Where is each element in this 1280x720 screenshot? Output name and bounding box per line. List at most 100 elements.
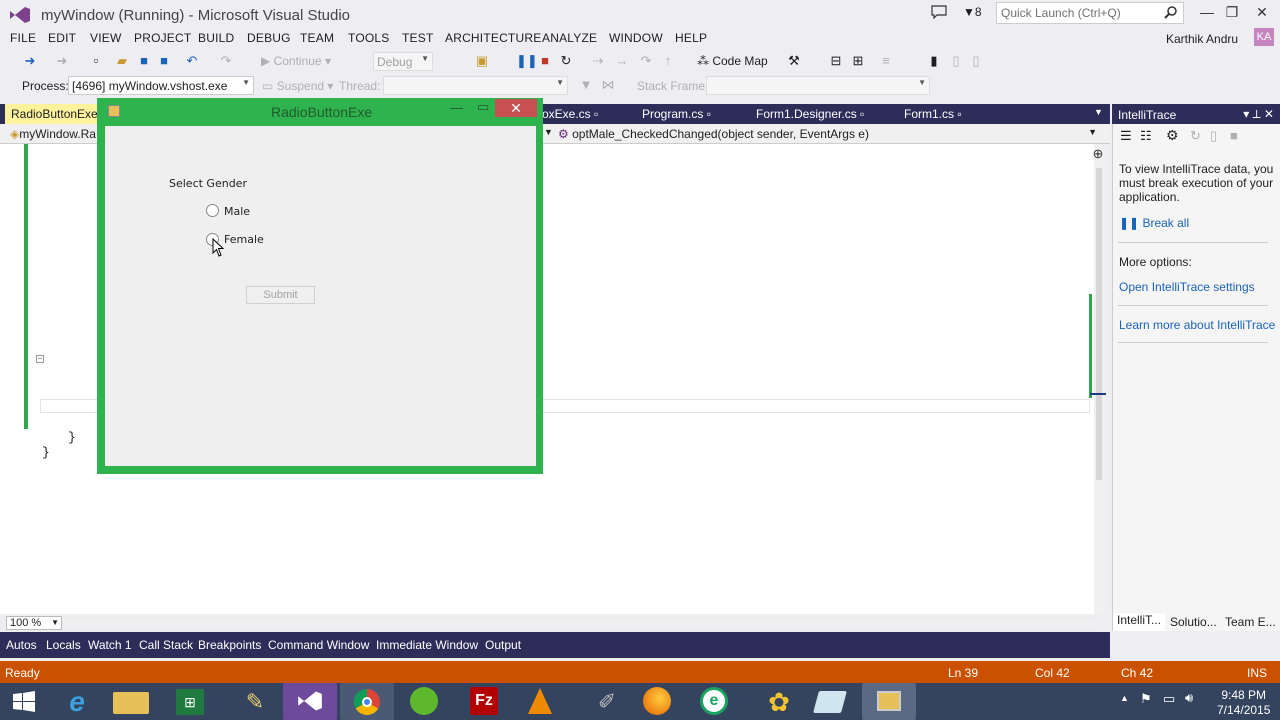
stack-frame-select[interactable]: ▼ [706, 76, 930, 95]
menu-file[interactable]: FILE [10, 31, 36, 45]
tab-command-window[interactable]: Command Window [268, 638, 369, 652]
undo-icon[interactable]: ↶ [184, 53, 200, 69]
open-file-icon[interactable]: ▰ [114, 53, 130, 69]
green-app-icon[interactable] [410, 687, 438, 715]
project-dropdown[interactable]: ◈myWindow.Ra [10, 127, 96, 141]
learn-more-link[interactable]: Learn more about IntelliTrace [1119, 318, 1275, 332]
evernote-e-icon[interactable]: e [700, 687, 728, 715]
open-settings-link[interactable]: Open IntelliTrace settings [1119, 280, 1255, 294]
open-log-icon[interactable]: ▯ [1210, 128, 1217, 144]
maximize-button[interactable]: ❐ [1220, 4, 1244, 21]
prev-bookmark-icon[interactable]: ▯ [948, 53, 964, 69]
attach-icon[interactable]: ▣ [474, 53, 490, 69]
stop-icon[interactable]: ■ [537, 53, 553, 69]
tab-watch-1[interactable]: Watch 1 [88, 638, 132, 652]
show-hidden-icons-icon[interactable]: ▲ [1120, 693, 1129, 703]
step-into-icon[interactable]: → [614, 53, 630, 69]
visual-studio-taskbar-button[interactable] [283, 683, 337, 720]
tab-form1[interactable]: Form1.cs ▫ [898, 104, 968, 124]
step-over-icon[interactable]: ↷ [638, 53, 654, 69]
menu-analyze[interactable]: ANALYZE [542, 31, 597, 45]
restart-icon[interactable]: ↻ [558, 53, 574, 69]
comment-icon[interactable]: ⊟ [828, 53, 844, 69]
save-icon[interactable]: ■ [136, 53, 152, 69]
menu-help[interactable]: HELP [675, 31, 707, 45]
type-dropdown-arrow-icon[interactable]: ▼ [544, 127, 553, 137]
tools-app-icon[interactable]: ✎ [233, 686, 277, 718]
split-editor-icon[interactable]: ⊕ [1092, 146, 1104, 161]
windows-start-icon[interactable] [12, 690, 36, 714]
process-select[interactable]: [4696] myWindow.vshost.exe ▼ [68, 76, 254, 95]
menu-view[interactable]: VIEW [90, 31, 121, 45]
editor-horizontal-scrollbar[interactable] [64, 619, 1094, 627]
form-close-button[interactable]: ✕ [495, 99, 537, 117]
member-dropdown[interactable]: ⚙ optMale_CheckedChanged(object sender, … [558, 127, 1103, 141]
firefox-icon[interactable] [643, 687, 671, 715]
pin-icon[interactable]: ▫ [594, 107, 598, 121]
form-minimize-button[interactable]: — [450, 100, 463, 115]
network-icon[interactable]: ▭ [1163, 691, 1175, 707]
scrollbar-thumb[interactable] [1096, 168, 1102, 480]
pause-icon[interactable]: ❚❚ [516, 53, 538, 69]
volume-icon[interactable]: 🔊︎ [1185, 690, 1193, 706]
tab-oxexe[interactable]: oxExe.cs ▫ [536, 104, 604, 124]
tab-program[interactable]: Program.cs ▫ [636, 104, 717, 124]
menu-test[interactable]: TEST [402, 31, 433, 45]
tab-overflow-icon[interactable]: ▼ [1094, 107, 1103, 117]
collapse-icon[interactable]: − [36, 355, 44, 363]
suspend-button[interactable]: ▭ Suspend ▾ [262, 79, 333, 93]
details-view-icon[interactable]: ☷ [1140, 128, 1152, 144]
list-view-icon[interactable]: ☰ [1120, 128, 1132, 144]
refresh-icon[interactable]: ↻ [1190, 128, 1201, 144]
tab-autos[interactable]: Autos [6, 638, 37, 652]
tab-output[interactable]: Output [485, 638, 521, 652]
tab-intellitrace[interactable]: IntelliT... [1113, 613, 1166, 631]
clock[interactable]: 9:48 PM 7/14/2015 [1217, 688, 1270, 718]
next-bookmark-icon[interactable]: ▯ [968, 53, 984, 69]
menu-edit[interactable]: EDIT [48, 31, 76, 45]
store-icon[interactable]: ⊞ [176, 689, 204, 715]
menu-team[interactable]: TEAM [300, 31, 334, 45]
user-name[interactable]: Karthik Andru [1166, 32, 1238, 46]
tab-form1-designer[interactable]: Form1.Designer.cs ▫ [750, 104, 870, 124]
tab-solution-explorer[interactable]: Solutio... [1170, 615, 1217, 631]
break-all-link[interactable]: ❚❚ Break all [1119, 216, 1189, 230]
continue-button[interactable]: ▶ Continue ▾ [261, 54, 331, 68]
tab-immediate-window[interactable]: Immediate Window [376, 638, 478, 652]
winforms-taskbar-button[interactable] [862, 683, 916, 720]
tab-team-explorer[interactable]: Team E... [1225, 615, 1276, 631]
tab-locals[interactable]: Locals [46, 638, 81, 652]
panel-controls[interactable]: ▾ ⟂ ✕ [1243, 107, 1274, 122]
forward-icon[interactable]: ➜ [54, 53, 70, 69]
show-threads-icon[interactable]: ⋈ [600, 77, 616, 93]
bookmark-icon[interactable]: ▮ [926, 53, 942, 69]
save-all-icon[interactable]: ■ [156, 53, 172, 69]
file-explorer-icon[interactable] [113, 692, 149, 714]
menu-debug[interactable]: DEBUG [247, 31, 291, 45]
internet-explorer-icon[interactable]: e [55, 686, 99, 718]
zoom-select[interactable]: 100 % ▼ [6, 616, 62, 630]
filezilla-icon[interactable]: Fz [470, 687, 498, 715]
menu-architecture[interactable]: ARCHITECTURE [445, 31, 541, 45]
back-icon[interactable]: ➜ [22, 53, 38, 69]
tab-breakpoints[interactable]: Breakpoints [198, 638, 261, 652]
filter-badge[interactable]: ▼8 [963, 5, 982, 19]
male-radio[interactable] [206, 204, 219, 217]
step-out-icon[interactable]: ↑ [660, 53, 676, 69]
chrome-taskbar-button[interactable] [340, 683, 394, 720]
form-maximize-button[interactable]: ▭ [477, 99, 489, 115]
save-log-icon[interactable]: ■ [1230, 128, 1238, 143]
vlc-icon[interactable] [528, 688, 552, 714]
menu-window[interactable]: WINDOW [609, 31, 663, 45]
action-center-icon[interactable]: ⚑ [1140, 691, 1152, 707]
redo-icon[interactable]: ↷ [218, 53, 234, 69]
toolbar-options-icon[interactable]: ⚒ [786, 53, 802, 69]
settings-gear-icon[interactable]: ⚙ [1166, 127, 1179, 144]
minimize-button[interactable]: — [1195, 4, 1219, 20]
menu-tools[interactable]: TOOLS [348, 31, 389, 45]
pin-icon[interactable]: ▫ [707, 107, 711, 121]
uncomment-icon[interactable]: ⊞ [850, 53, 866, 69]
indent-icon[interactable]: ≡ [878, 53, 894, 69]
menu-build[interactable]: BUILD [198, 31, 234, 45]
quick-launch-input[interactable]: Quick Launch (Ctrl+Q) [996, 2, 1184, 24]
